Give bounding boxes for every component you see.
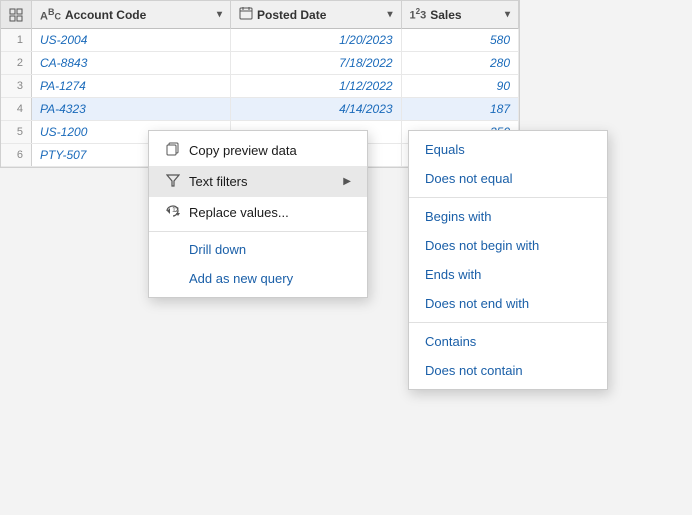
sales-header[interactable]: 123 Sales ▾: [401, 1, 518, 29]
sales-cell: 187: [401, 98, 518, 121]
text-filters-arrow: ▶: [343, 176, 351, 187]
drill-down-item[interactable]: Drill down: [149, 235, 367, 264]
sales-cell: 90: [401, 75, 518, 98]
table-row: 4PA-43234/14/2023187: [1, 98, 519, 121]
does-not-end-with-label: Does not end with: [425, 296, 529, 311]
equals-item[interactable]: Equals: [409, 135, 607, 164]
does-not-begin-with-label: Does not begin with: [425, 238, 539, 253]
menu-separator-1: [149, 231, 367, 232]
replace-values-item[interactable]: 1 2 Replace values...: [149, 197, 367, 228]
does-not-contain-item[interactable]: Does not contain: [409, 356, 607, 385]
context-menu: Copy preview data Text filters ▶ 1 2 Rep…: [148, 130, 368, 298]
posted-date-label: Posted Date: [257, 8, 326, 22]
contains-label: Contains: [425, 334, 476, 349]
replace-values-label: Replace values...: [189, 205, 289, 220]
ends-with-label: Ends with: [425, 267, 481, 282]
number-type-icon: 123: [410, 7, 427, 22]
account-code-cell: US-2004: [32, 29, 231, 52]
equals-label: Equals: [425, 142, 465, 157]
account-code-cell: PA-1274: [32, 75, 231, 98]
begins-with-item[interactable]: Begins with: [409, 202, 607, 231]
row-number: 5: [1, 121, 32, 144]
posted-date-cell: 7/18/2022: [231, 52, 402, 75]
sales-dropdown[interactable]: ▾: [505, 9, 510, 20]
copy-preview-label: Copy preview data: [189, 143, 297, 158]
does-not-contain-label: Does not contain: [425, 363, 523, 378]
row-number: 1: [1, 29, 32, 52]
does-not-begin-with-item[interactable]: Does not begin with: [409, 231, 607, 260]
text-filters-item[interactable]: Text filters ▶: [149, 166, 367, 197]
posted-date-cell: 4/14/2023: [231, 98, 402, 121]
copy-preview-item[interactable]: Copy preview data: [149, 135, 367, 166]
posted-date-cell: 1/20/2023: [231, 29, 402, 52]
does-not-end-with-item[interactable]: Does not end with: [409, 289, 607, 318]
does-not-equal-label: Does not equal: [425, 171, 512, 186]
copy-icon: [165, 142, 181, 159]
sales-label: Sales: [430, 8, 461, 22]
submenu-separator-2: [409, 322, 607, 323]
row-number: 4: [1, 98, 32, 121]
add-new-query-item[interactable]: Add as new query: [149, 264, 367, 293]
text-type-icon: ABC: [40, 7, 61, 23]
posted-date-dropdown[interactable]: ▾: [388, 9, 393, 20]
calendar-icon: [239, 6, 253, 20]
account-code-cell: PA-4323: [32, 98, 231, 121]
date-type-icon: [239, 6, 253, 23]
grid-icon: [9, 8, 23, 22]
account-code-dropdown[interactable]: ▾: [217, 9, 222, 20]
table-row: 3PA-12741/12/202290: [1, 75, 519, 98]
does-not-equal-item[interactable]: Does not equal: [409, 164, 607, 193]
text-filters-submenu: Equals Does not equal Begins with Does n…: [408, 130, 608, 390]
sales-cell: 280: [401, 52, 518, 75]
account-code-header[interactable]: ABC Account Code ▾: [32, 1, 231, 29]
row-number: 2: [1, 52, 32, 75]
row-num-header: [1, 1, 32, 29]
contains-item[interactable]: Contains: [409, 327, 607, 356]
ends-with-item[interactable]: Ends with: [409, 260, 607, 289]
table-row: 1US-20041/20/2023580: [1, 29, 519, 52]
filter-icon: [165, 173, 181, 190]
posted-date-header[interactable]: Posted Date ▾: [231, 1, 402, 29]
begins-with-label: Begins with: [425, 209, 491, 224]
replace-svg-icon: 1 2: [165, 204, 181, 218]
row-number: 6: [1, 144, 32, 167]
row-number: 3: [1, 75, 32, 98]
account-code-cell: CA-8843: [32, 52, 231, 75]
add-new-query-label: Add as new query: [189, 271, 293, 286]
account-code-label: Account Code: [65, 8, 146, 22]
replace-icon: 1 2: [165, 204, 181, 221]
text-filters-label: Text filters: [189, 174, 248, 189]
drill-down-label: Drill down: [189, 242, 246, 257]
submenu-separator-1: [409, 197, 607, 198]
table-row: 2CA-88437/18/2022280: [1, 52, 519, 75]
svg-text:2: 2: [175, 207, 179, 214]
copy-svg-icon: [166, 142, 180, 156]
posted-date-cell: 1/12/2022: [231, 75, 402, 98]
sales-cell: 580: [401, 29, 518, 52]
filter-svg-icon: [166, 173, 180, 187]
